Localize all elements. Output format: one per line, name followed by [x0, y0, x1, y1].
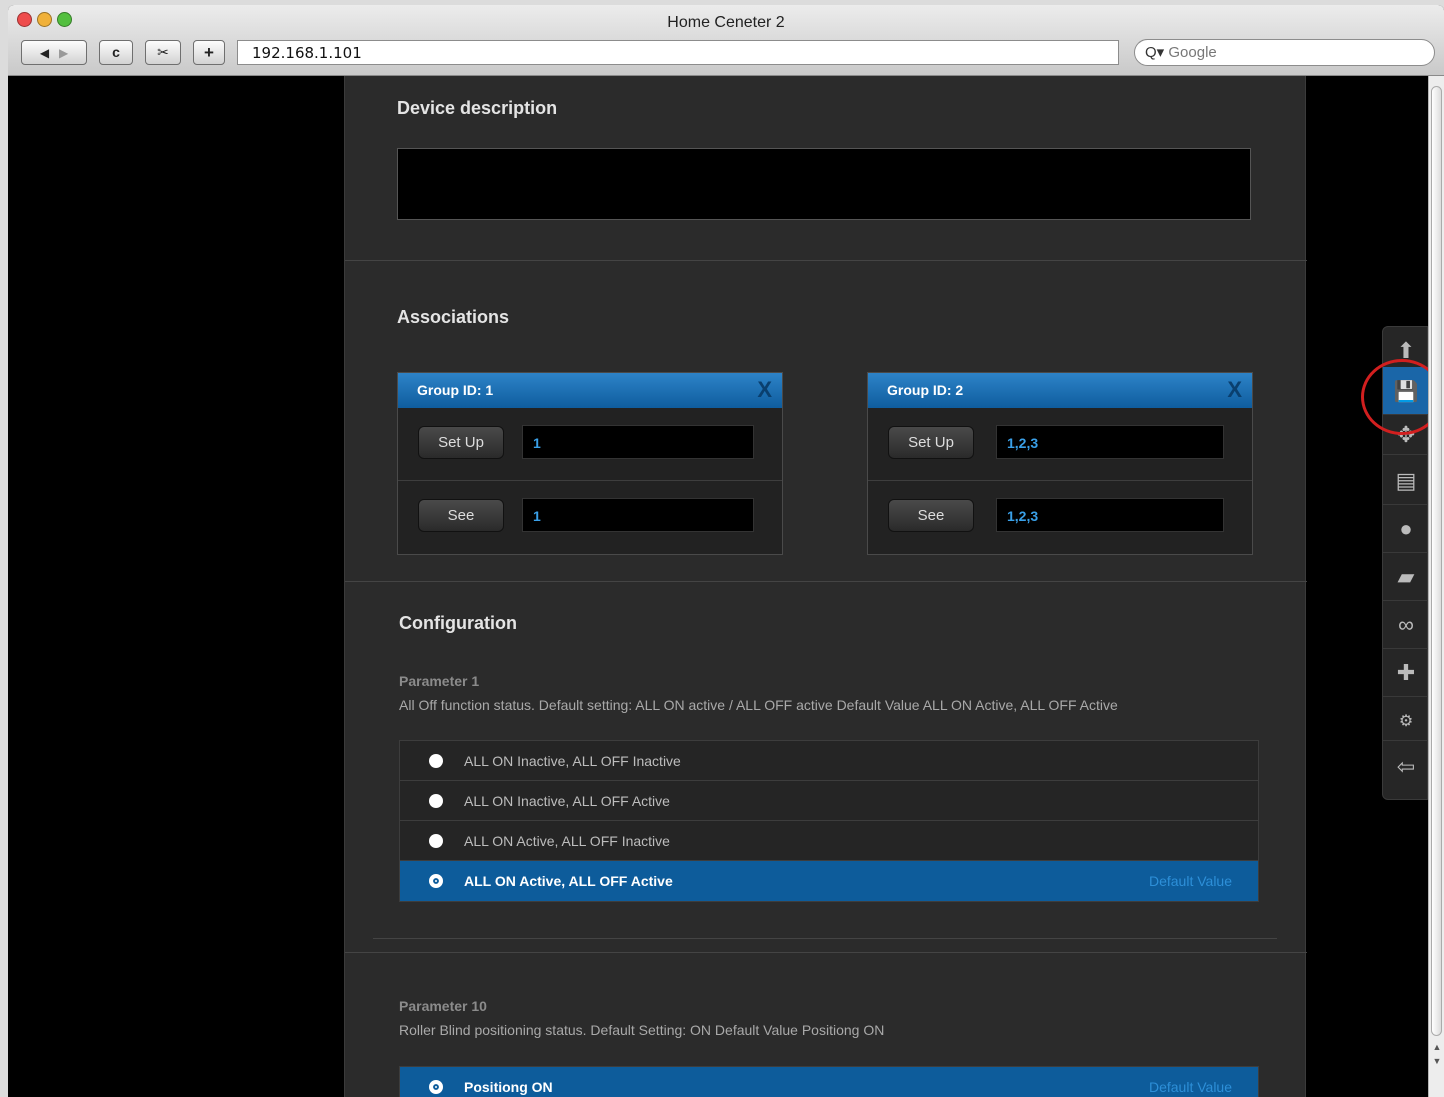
- reload-icon: c: [112, 44, 120, 60]
- radio-button[interactable]: [429, 794, 443, 808]
- parameter-10-description: Roller Blind positioning status. Default…: [399, 1022, 885, 1038]
- radio-button[interactable]: [429, 834, 443, 848]
- device-description-textarea[interactable]: [397, 148, 1251, 220]
- default-value-label: Default Value: [1148, 873, 1232, 889]
- exit-icon: ⇦: [1396, 754, 1416, 779]
- group-see-row: See 1,2,3: [868, 481, 1252, 554]
- forward-icon[interactable]: ▶: [59, 46, 68, 60]
- parameter-10-options: Positiong ON Default Value: [399, 1066, 1259, 1097]
- option-label: Positiong ON: [464, 1079, 553, 1095]
- setup-button[interactable]: Set Up: [418, 426, 504, 459]
- section-divider: [345, 952, 1307, 953]
- option-label: ALL ON Inactive, ALL OFF Active: [464, 793, 670, 809]
- option-row[interactable]: ALL ON Inactive, ALL OFF Inactive: [400, 741, 1258, 781]
- close-icon[interactable]: X: [1227, 373, 1242, 407]
- section-divider: [373, 938, 1277, 939]
- associations-title: Associations: [397, 307, 510, 327]
- device-button[interactable]: ▤: [1383, 457, 1429, 505]
- option-row[interactable]: ALL ON Active, ALL OFF Inactive: [400, 821, 1258, 861]
- option-label: ALL ON Inactive, ALL OFF Inactive: [464, 753, 681, 769]
- see-button[interactable]: See: [418, 499, 504, 532]
- snip-icon: ✂: [157, 44, 169, 60]
- scroll-up-icon[interactable]: ▲: [1429, 1042, 1444, 1052]
- see-button[interactable]: See: [888, 499, 974, 532]
- group-header: Group ID: 1 X: [398, 373, 782, 408]
- option-row[interactable]: ALL ON Inactive, ALL OFF Active: [400, 781, 1258, 821]
- device-icon: ▤: [1395, 468, 1417, 493]
- url-field[interactable]: 192.168.1.101: [237, 40, 1119, 65]
- search-placeholder: Google: [1168, 44, 1217, 61]
- search-field[interactable]: Q▾ Google: [1134, 39, 1435, 66]
- option-label: ALL ON Active, ALL OFF Inactive: [464, 833, 670, 849]
- reload-button[interactable]: c: [99, 40, 133, 65]
- scroll-down-icon[interactable]: ▼: [1429, 1056, 1444, 1066]
- scenes-button[interactable]: ▰: [1383, 553, 1429, 601]
- association-group-2: Group ID: 2 X Set Up 1,2,3 See 1,2,3: [867, 372, 1253, 555]
- lights-button[interactable]: ●: [1383, 505, 1429, 553]
- device-description-title: Device description: [397, 98, 558, 118]
- title-bar: Home Ceneter 2 ◀ ▶ c ✂ + 192.168.1.101 Q…: [8, 5, 1444, 76]
- plugin-icon: ✚: [1396, 660, 1416, 685]
- setup-value-field[interactable]: 1,2,3: [996, 425, 1224, 459]
- page-viewport: Device description Associations Group ID…: [8, 76, 1444, 1097]
- link-button[interactable]: ∞: [1383, 601, 1429, 649]
- group-see-row: See 1: [398, 481, 782, 554]
- setup-value-field[interactable]: 1: [522, 425, 754, 459]
- setup-button[interactable]: Set Up: [888, 426, 974, 459]
- settings-button[interactable]: ⚙: [1383, 697, 1429, 741]
- device-settings-panel: Device description Associations Group ID…: [344, 76, 1307, 1097]
- section-divider: [345, 581, 1307, 582]
- radio-button-selected[interactable]: [429, 874, 443, 888]
- radio-button-selected[interactable]: [429, 1080, 443, 1094]
- default-value-label: Default Value: [1148, 1079, 1232, 1095]
- window-title: Home Ceneter 2: [667, 14, 785, 31]
- option-label: ALL ON Active, ALL OFF Active: [464, 873, 673, 889]
- back-forward-buttons[interactable]: ◀ ▶: [21, 40, 87, 65]
- back-icon[interactable]: ◀: [40, 46, 49, 60]
- search-icon[interactable]: Q▾: [1145, 44, 1164, 61]
- configuration-title: Configuration: [399, 613, 517, 633]
- group-header: Group ID: 2 X: [868, 373, 1252, 408]
- plus-icon: +: [204, 43, 214, 62]
- snip-button[interactable]: ✂: [145, 40, 181, 65]
- link-icon: ∞: [1398, 612, 1414, 637]
- group-id-label: Group ID: 2: [887, 382, 964, 398]
- plugins-button[interactable]: ✚: [1383, 649, 1429, 697]
- group-id-label: Group ID: 1: [417, 382, 494, 398]
- parameter-1-title: Parameter 1: [399, 673, 480, 689]
- browser-window: Home Ceneter 2 ◀ ▶ c ✂ + 192.168.1.101 Q…: [8, 5, 1444, 1097]
- association-group-1: Group ID: 1 X Set Up 1 See 1: [397, 372, 783, 555]
- exit-button[interactable]: ⇦: [1383, 743, 1429, 791]
- parameter-10-title: Parameter 10: [399, 998, 487, 1014]
- scene-icon: ▰: [1397, 564, 1415, 589]
- bulb-icon: ●: [1399, 516, 1413, 541]
- radio-button[interactable]: [429, 754, 443, 768]
- group-setup-row: Set Up 1,2,3: [868, 408, 1252, 481]
- see-value-field[interactable]: 1,2,3: [996, 498, 1224, 532]
- option-row-selected[interactable]: Positiong ON Default Value: [400, 1067, 1258, 1097]
- vertical-scrollbar[interactable]: ▲ ▼: [1428, 76, 1444, 1097]
- option-row-selected[interactable]: ALL ON Active, ALL OFF Active Default Va…: [400, 861, 1258, 901]
- scrollbar-thumb[interactable]: [1431, 86, 1442, 1036]
- see-value-field[interactable]: 1: [522, 498, 754, 532]
- group-setup-row: Set Up 1: [398, 408, 782, 481]
- add-bookmark-button[interactable]: +: [193, 40, 225, 65]
- section-divider: [345, 260, 1307, 261]
- parameter-1-options: ALL ON Inactive, ALL OFF Inactive ALL ON…: [399, 740, 1259, 902]
- parameter-1-description: All Off function status. Default setting…: [399, 697, 1118, 713]
- settings-icon: ⚙: [1398, 713, 1414, 730]
- close-icon[interactable]: X: [757, 373, 772, 407]
